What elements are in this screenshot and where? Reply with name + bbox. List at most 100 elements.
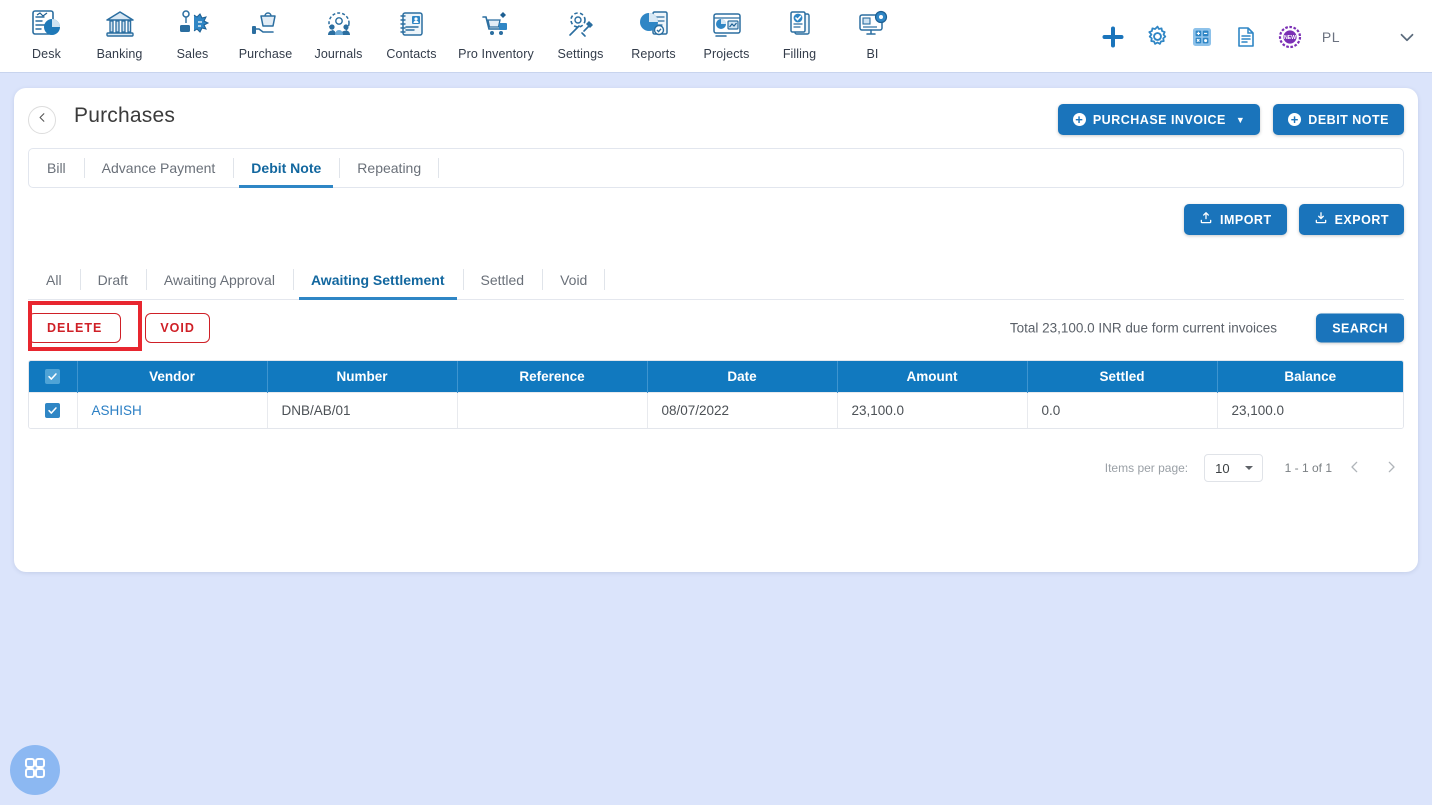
nav-item-pro-inventory[interactable]: Pro Inventory: [448, 0, 544, 61]
status-tab-all[interactable]: All: [28, 260, 80, 299]
nav-item-reports[interactable]: Reports: [617, 0, 690, 61]
grid-apps-icon: [23, 756, 47, 785]
purchase-bag-icon: [249, 6, 283, 44]
plus-circle-icon: +: [1288, 113, 1302, 126]
upload-icon: [1199, 211, 1213, 228]
column-header-balance[interactable]: Balance: [1217, 361, 1403, 392]
items-per-page-label: Items per page:: [1104, 461, 1189, 475]
search-button[interactable]: SEARCH: [1316, 313, 1404, 343]
reports-piechart-icon: [637, 6, 671, 44]
cell-vendor: ASHISH: [77, 391, 268, 428]
column-header-date[interactable]: Date: [647, 361, 838, 392]
page-range-text: 1 - 1 of 1: [1284, 461, 1332, 475]
select-all-header[interactable]: [29, 361, 78, 392]
nav-item-journals[interactable]: Journals: [302, 0, 375, 61]
tab-advance-payment[interactable]: Advance Payment: [83, 149, 234, 187]
tab-label: Bill: [47, 160, 66, 176]
table-header-row: Vendor Number Reference Date Amount Sett…: [29, 361, 1403, 392]
projects-board-icon: [710, 6, 744, 44]
nav-item-projects[interactable]: Projects: [690, 0, 763, 61]
bi-monitor-icon: [856, 6, 890, 44]
cell-amount: 23,100.0: [837, 391, 1028, 428]
import-label: IMPORT: [1219, 212, 1272, 227]
nav-label-purchase: Purchase: [238, 47, 293, 61]
pagination-bar: Items per page: 10 1 - 1 of 1: [28, 451, 1404, 485]
cell-reference: [457, 391, 648, 428]
bank-building-icon: [103, 6, 137, 44]
cell-number: DNB/AB/01: [267, 391, 458, 428]
nav-item-filling[interactable]: Filling: [763, 0, 836, 61]
tab-repeating[interactable]: Repeating: [339, 149, 439, 187]
column-header-reference[interactable]: Reference: [457, 361, 648, 392]
row-select-cell[interactable]: [29, 391, 78, 428]
column-header-vendor[interactable]: Vendor: [77, 361, 268, 392]
nav-label-sales: Sales: [176, 47, 209, 61]
nav-item-purchase[interactable]: Purchase: [229, 0, 302, 61]
tab-bill[interactable]: Bill: [29, 149, 84, 187]
debit-note-table: Vendor Number Reference Date Amount Sett…: [28, 360, 1404, 429]
chevron-down-icon[interactable]: [1396, 26, 1418, 48]
filling-documents-icon: [783, 6, 817, 44]
debit-note-button[interactable]: + DEBIT NOTE: [1273, 104, 1404, 135]
purchase-invoice-label: PURCHASE INVOICE: [1092, 112, 1226, 127]
export-button[interactable]: EXPORT: [1298, 204, 1404, 235]
table-row[interactable]: ASHISH DNB/AB/01 08/07/2022 23,100.0 0.0…: [29, 391, 1403, 428]
sales-tag-icon: [176, 6, 210, 44]
purchase-invoice-button[interactable]: + PURCHASE INVOICE ▼: [1057, 104, 1261, 135]
previous-page-button[interactable]: [1342, 455, 1368, 481]
document-type-tabs: Bill Advance Payment Debit Note Repeatin…: [28, 148, 1404, 188]
import-export-buttons: IMPORT EXPORT: [1183, 204, 1404, 235]
status-tab-draft[interactable]: Draft: [79, 260, 146, 299]
next-page-button[interactable]: [1378, 455, 1404, 481]
select-all-checkbox[interactable]: [45, 369, 61, 385]
status-tab-settled[interactable]: Settled: [462, 260, 543, 299]
items-per-page-select[interactable]: 10: [1204, 454, 1263, 482]
calculator-icon[interactable]: [1190, 25, 1214, 49]
row-checkbox[interactable]: [44, 403, 60, 419]
debit-note-label: DEBIT NOTE: [1308, 112, 1389, 127]
nav-item-bi[interactable]: BI: [836, 0, 909, 61]
new-badge-icon[interactable]: NEW: [1278, 25, 1302, 49]
nav-label-desk: Desk: [32, 47, 61, 61]
status-tab-awaiting-settlement[interactable]: Awaiting Settlement: [292, 260, 463, 300]
notes-document-icon[interactable]: [1234, 25, 1258, 49]
top-navigation-bar: Desk Banking Sales Purchase Journals Con…: [0, 0, 1432, 73]
tab-label: Draft: [97, 271, 128, 288]
delete-button[interactable]: DELETE: [28, 313, 122, 343]
nav-item-settings[interactable]: Settings: [544, 0, 617, 61]
export-label: EXPORT: [1334, 212, 1389, 227]
nav-item-contacts[interactable]: Contacts: [375, 0, 448, 61]
user-initials[interactable]: PL: [1322, 29, 1340, 45]
apps-floating-button[interactable]: [10, 745, 60, 795]
import-export-row: IMPORT EXPORT: [14, 188, 1418, 248]
tab-label: Repeating: [357, 160, 422, 176]
top-bar-right-actions: NEW PL: [1101, 0, 1418, 73]
column-header-amount[interactable]: Amount: [837, 361, 1028, 392]
chevron-left-icon: [1347, 459, 1363, 478]
gear-icon[interactable]: [1145, 24, 1170, 49]
page-title: Purchases: [74, 104, 176, 127]
tab-debit-note[interactable]: Debit Note: [233, 149, 339, 188]
contacts-book-icon: [395, 6, 429, 44]
caret-down-icon: ▼: [1235, 114, 1246, 125]
main-content-panel: Purchases + PURCHASE INVOICE ▼ + DEBIT N…: [14, 88, 1418, 572]
nav-item-sales[interactable]: Sales: [156, 0, 229, 61]
column-header-settled[interactable]: Settled: [1027, 361, 1218, 392]
tab-label: Advance Payment: [101, 160, 216, 176]
back-button[interactable]: [28, 106, 56, 134]
nav-item-banking[interactable]: Banking: [83, 0, 156, 61]
nav-item-desk[interactable]: Desk: [10, 0, 83, 61]
top-nav-items: Desk Banking Sales Purchase Journals Con…: [0, 0, 909, 61]
nav-label-reports: Reports: [631, 47, 676, 61]
vendor-link[interactable]: ASHISH: [92, 403, 142, 418]
status-tab-awaiting-approval[interactable]: Awaiting Approval: [145, 260, 293, 299]
void-button[interactable]: VOID: [145, 313, 210, 343]
status-tab-void[interactable]: Void: [542, 260, 606, 299]
cell-settled: 0.0: [1027, 391, 1218, 428]
column-header-number[interactable]: Number: [267, 361, 458, 392]
items-per-page-value: 10: [1215, 460, 1230, 476]
import-button[interactable]: IMPORT: [1183, 204, 1287, 235]
tab-label: Settled: [480, 271, 525, 288]
nav-label-banking: Banking: [96, 47, 143, 61]
plus-icon[interactable]: [1101, 25, 1125, 49]
